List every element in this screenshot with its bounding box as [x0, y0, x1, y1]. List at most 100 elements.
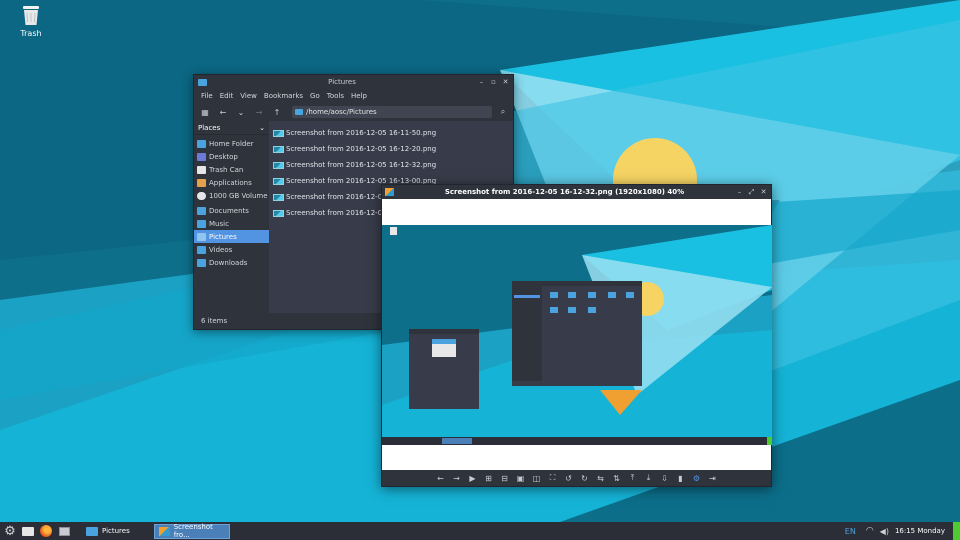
preferences-icon[interactable]: ⚙: [689, 471, 705, 485]
sidebar-item-label: Applications: [209, 178, 252, 187]
sidebar-item-trash[interactable]: Trash Can: [194, 163, 269, 176]
search-icon[interactable]: ⌕: [496, 105, 510, 119]
show-desktop-icon[interactable]: [20, 523, 36, 539]
save-icon[interactable]: ⤓: [641, 471, 657, 485]
file-row[interactable]: Screenshot from 2016-12-05 16-11-50.png: [270, 125, 513, 141]
file-name: Screenshot from 2016-12-05 16-11-50.png: [286, 129, 437, 137]
sidebar-item-desktop[interactable]: Desktop: [194, 150, 269, 163]
file-manager-titlebar[interactable]: Pictures – ▫ ✕: [194, 75, 513, 89]
sidebar-item-label: Pictures: [209, 232, 237, 241]
minimize-icon[interactable]: –: [735, 188, 744, 197]
file-manager-toolbar: ▦ ← ⌄ → ↑ /home/aosc/Pictures ⌕: [194, 103, 513, 121]
exit-icon[interactable]: ⇥: [705, 471, 721, 485]
file-name: Screenshot from 2016-12-05 16-12-20.png: [286, 145, 437, 153]
viewer-toolbar: ← → ▶ ⊞ ⊟ ▣ ◫ ⛶ ↺ ↻ ⇆ ⇅ ⤒ ⤓ ⇩ ▮ ⚙ ⇥: [382, 470, 771, 486]
task-label: Screenshot fro...: [173, 523, 213, 539]
app-menu-gear-icon[interactable]: ⚙: [2, 523, 18, 539]
sidebar-item-label: Desktop: [209, 152, 238, 161]
up-icon[interactable]: ↑: [270, 105, 284, 119]
sidebar-item-label: Downloads: [209, 258, 248, 267]
music-folder-icon: [197, 219, 206, 228]
downloads-folder-icon: [197, 258, 206, 267]
keyboard-layout-indicator[interactable]: EN: [845, 527, 856, 536]
close-icon[interactable]: ✕: [501, 78, 510, 87]
menu-tools[interactable]: Tools: [327, 92, 344, 100]
rotate-left-icon[interactable]: ↺: [561, 471, 577, 485]
network-icon[interactable]: ◠: [866, 526, 874, 536]
maximize-icon[interactable]: ▫: [489, 78, 498, 87]
image-viewer-titlebar[interactable]: Screenshot from 2016-12-05 16-12-32.png …: [382, 185, 771, 199]
path-bar[interactable]: /home/aosc/Pictures: [292, 106, 492, 118]
sidebar-item-applications[interactable]: Applications: [194, 176, 269, 189]
desktop-trash[interactable]: Trash: [14, 4, 48, 38]
places-header[interactable]: Places ⌄: [194, 121, 269, 135]
next-icon[interactable]: →: [449, 471, 465, 485]
rotate-right-icon[interactable]: ↻: [577, 471, 593, 485]
window-switcher-icon[interactable]: [56, 523, 72, 539]
sidebar-item-label: Trash Can: [209, 165, 244, 174]
minimize-icon[interactable]: –: [477, 78, 486, 87]
sidebar-item-music[interactable]: Music: [194, 217, 269, 230]
file-row[interactable]: Screenshot from 2016-12-05 16-12-20.png: [270, 141, 513, 157]
sidebar-item-label: Documents: [209, 206, 249, 215]
image-file-icon: [273, 177, 284, 185]
save-as-icon[interactable]: ⇩: [657, 471, 673, 485]
status-text: 6 items: [201, 317, 228, 325]
image-viewer-window: Screenshot from 2016-12-05 16-12-32.png …: [381, 184, 772, 487]
original-size-icon[interactable]: ▣: [513, 471, 529, 485]
open-icon[interactable]: ⤒: [625, 471, 641, 485]
path-text: /home/aosc/Pictures: [306, 108, 377, 116]
forward-icon[interactable]: →: [252, 105, 266, 119]
menu-bar: File Edit View Bookmarks Go Tools Help: [194, 89, 513, 103]
flip-horizontal-icon[interactable]: ⇆: [593, 471, 609, 485]
delete-icon[interactable]: ▮: [673, 471, 689, 485]
chevron-down-icon[interactable]: ⌄: [234, 105, 248, 119]
image-file-icon: [273, 129, 284, 137]
sidebar-item-videos[interactable]: Videos: [194, 243, 269, 256]
desktop-icon: [197, 152, 206, 161]
play-icon[interactable]: ▶: [465, 471, 481, 485]
sidebar-item-volume[interactable]: 1000 GB Volume: [194, 189, 269, 202]
window-title: Pictures: [328, 78, 356, 86]
prev-icon[interactable]: ←: [433, 471, 449, 485]
menu-help[interactable]: Help: [351, 92, 367, 100]
zoom-out-icon[interactable]: ⊟: [497, 471, 513, 485]
sidebar-item-label: Home Folder: [209, 139, 254, 148]
trash-icon: [23, 6, 39, 25]
task-pictures[interactable]: Pictures: [82, 524, 150, 539]
clock[interactable]: 16:15 Monday: [895, 527, 945, 535]
volume-icon[interactable]: ◀): [880, 527, 889, 536]
maximize-icon[interactable]: ⤢: [747, 188, 756, 197]
places-header-label: Places: [198, 123, 221, 132]
fullscreen-icon[interactable]: ⛶: [545, 471, 561, 485]
image-viewer-app-icon: [159, 526, 170, 536]
zoom-in-icon[interactable]: ⊞: [481, 471, 497, 485]
fit-icon[interactable]: ◫: [529, 471, 545, 485]
new-tab-icon[interactable]: ▦: [198, 105, 212, 119]
menu-edit[interactable]: Edit: [220, 92, 234, 100]
task-label: Pictures: [102, 527, 130, 535]
system-tray: EN ◠ ◀) 16:15 Monday: [845, 522, 960, 540]
screenshot-preview-image: [382, 225, 772, 445]
menu-view[interactable]: View: [240, 92, 257, 100]
show-desktop-button[interactable]: [953, 522, 960, 540]
image-viewport[interactable]: [382, 199, 772, 472]
image-file-icon: [273, 145, 284, 153]
flip-vertical-icon[interactable]: ⇅: [609, 471, 625, 485]
file-row[interactable]: Screenshot from 2016-12-05 16-12-32.png: [270, 157, 513, 173]
menu-go[interactable]: Go: [310, 92, 320, 100]
close-icon[interactable]: ✕: [759, 188, 768, 197]
task-image-viewer[interactable]: Screenshot fro...: [154, 523, 230, 539]
folder-icon: [198, 78, 207, 86]
menu-file[interactable]: File: [201, 92, 213, 100]
sidebar-item-documents[interactable]: Documents: [194, 204, 269, 217]
menu-bookmarks[interactable]: Bookmarks: [264, 92, 303, 100]
sidebar-item-home[interactable]: Home Folder: [194, 137, 269, 150]
chevron-down-icon: ⌄: [259, 123, 265, 132]
back-icon[interactable]: ←: [216, 105, 230, 119]
sidebar-item-downloads[interactable]: Downloads: [194, 256, 269, 269]
drive-icon: [197, 191, 206, 200]
sidebar-item-pictures[interactable]: Pictures: [194, 230, 269, 243]
file-name: Screenshot from 2016-12-05 16-12-32.png: [286, 161, 437, 169]
firefox-icon[interactable]: [38, 523, 54, 539]
